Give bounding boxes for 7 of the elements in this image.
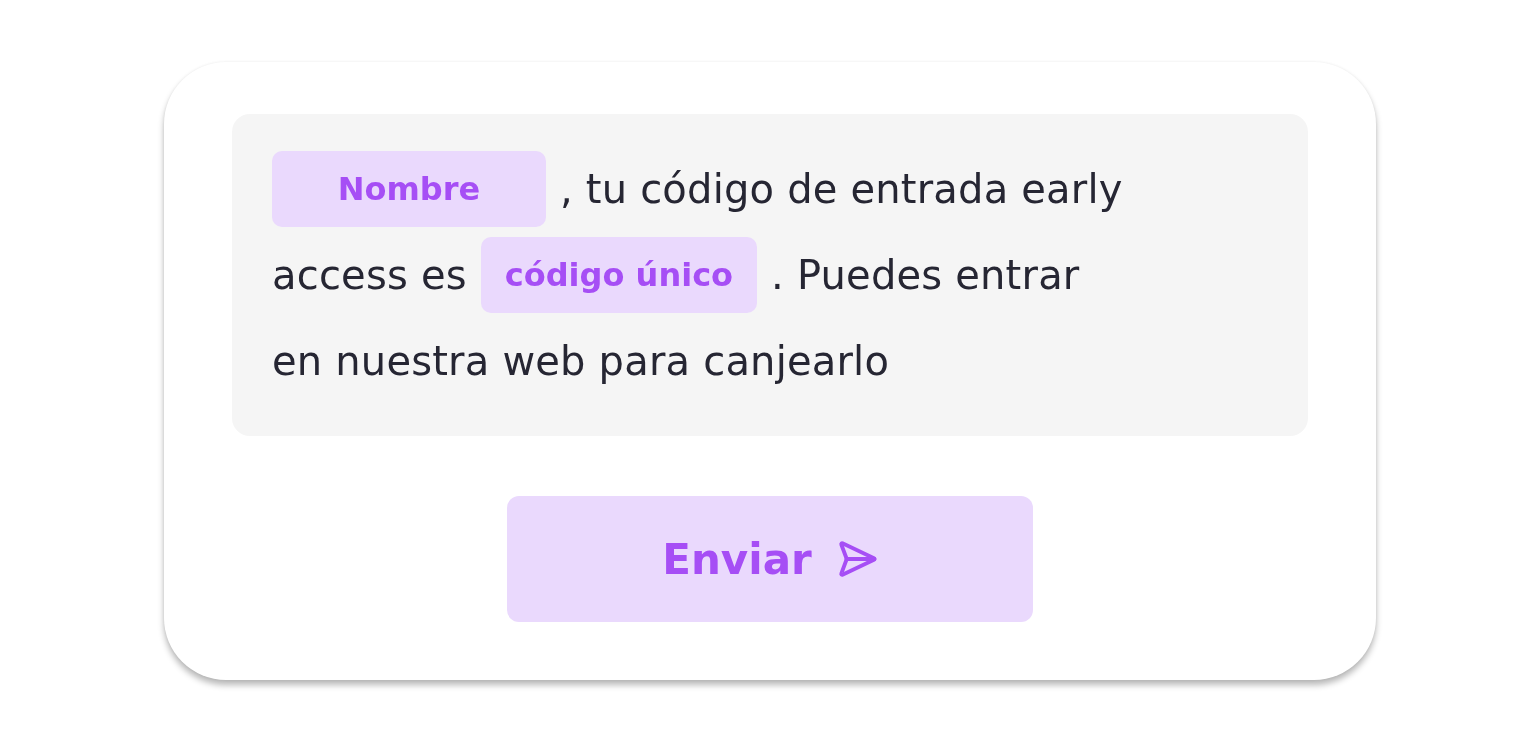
- placeholder-tag: código único: [480, 237, 758, 313]
- placeholder-tag: Nombre: [272, 151, 546, 227]
- message-text: en nuestra web para canjearlo: [272, 338, 890, 384]
- send-button[interactable]: Enviar: [507, 496, 1033, 622]
- message-text: access es: [272, 252, 467, 298]
- message-text: . Puedes entrar: [771, 252, 1080, 298]
- message-text: , tu código de entrada early: [560, 166, 1123, 212]
